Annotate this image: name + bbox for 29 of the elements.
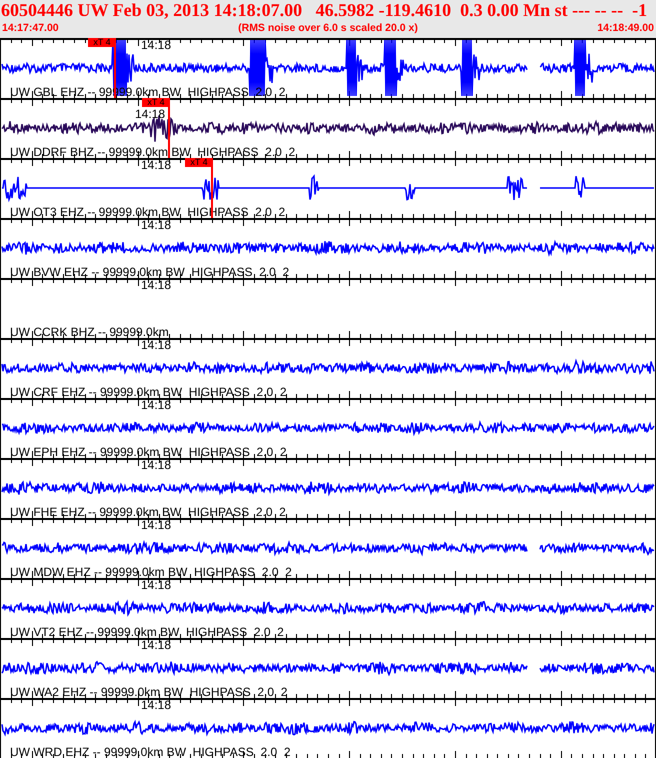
time-label: 14:18 xyxy=(141,219,172,232)
start-time: 14:17:47.00 xyxy=(2,21,59,35)
pick-label: xT 4 xyxy=(88,38,116,47)
station-label: UW WA2 EHZ -- 99999.0km BW HIGHPASS 2.0 2 xyxy=(10,686,288,699)
pick-label: xT 4 xyxy=(185,158,213,167)
station-label: UW CCRK BHZ -- 99999.0km xyxy=(10,326,169,339)
event-title: 60504446 UW Feb 03, 2013 14:18:07.00 46.5982 -119.4610 0.3 0.00 Mn st --- -- -- -1 xyxy=(0,0,648,21)
time-label: 14:18 xyxy=(141,579,172,592)
pick-line xyxy=(168,107,170,158)
time-label: 14:18 xyxy=(141,39,172,52)
time-label: 14:18 xyxy=(141,399,172,412)
plot-subtitle: (RMS noise over 6.0 s scaled 20.0 x) xyxy=(238,21,418,35)
time-label: 14:18 xyxy=(135,108,166,121)
station-label: UW VT2 EHZ -- 99999.0km BW HIGHPASS 2.0 2 xyxy=(10,626,284,639)
pick-line xyxy=(211,167,213,218)
time-label: 14:18 xyxy=(141,519,172,532)
station-label: UW DDRF BHZ -- 99999.0km BW HIGHPASS 2.0 2 xyxy=(10,146,296,159)
time-label: 14:18 xyxy=(141,639,172,652)
time-label: 14:18 xyxy=(141,159,172,172)
station-label: UW FHE EHZ -- 99999.0km BW HIGHPASS 2.0 2 xyxy=(10,506,286,519)
time-label: 14:18 xyxy=(141,339,172,352)
station-label: UW EPH EHZ -- 99999.0km BW HIGHPASS 2.0 2 xyxy=(10,446,287,459)
time-label: 14:18 xyxy=(141,279,172,292)
pick-label: xT 4 xyxy=(142,98,170,107)
station-label: UW CRF EHZ -- 99999.0km BW HIGHPASS 2.0 2 xyxy=(10,386,287,399)
end-time: 14:18:49.00 xyxy=(597,21,654,35)
pick-line xyxy=(114,47,116,98)
time-label: 14:18 xyxy=(141,699,172,712)
time-label: 14:18 xyxy=(141,459,172,472)
